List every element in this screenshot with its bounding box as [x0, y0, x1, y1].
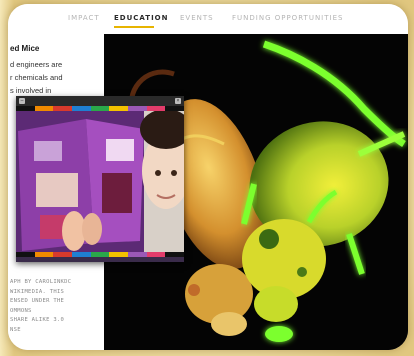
article-paragraph: d engineers are r chemicals and s involv… — [10, 60, 102, 99]
nav-item-funding-opportunities[interactable]: FUNDING OPPORTUNITIES — [232, 14, 343, 22]
article-line: s involved in — [10, 86, 52, 95]
minimize-icon[interactable]: – — [19, 98, 25, 104]
player-title-bar[interactable]: – × — [16, 96, 184, 106]
browser-screen: IMPACT EDUCATION EVENTS FUNDING OPPORTUN… — [8, 4, 408, 350]
nav-item-events[interactable]: EVENTS — [180, 14, 214, 22]
nav-active-underline — [114, 26, 154, 28]
photo-credit: APH BY CAROLINKDC WIKIMEDIA. THIS ENSED … — [10, 278, 102, 335]
player-color-stripe-bottom — [16, 252, 185, 257]
credit-line: APH BY CAROLINKDC — [10, 279, 72, 285]
credit-line: NSE — [10, 326, 21, 333]
video-illustration — [16, 111, 184, 252]
credit-line: WIKIMEDIA. THIS — [10, 288, 65, 295]
site-nav: IMPACT EDUCATION EVENTS FUNDING OPPORTUN… — [8, 4, 408, 34]
credit-line: SHARE ALIKE 3.0 — [10, 317, 65, 323]
nav-item-impact[interactable]: IMPACT — [68, 14, 100, 22]
credit-line: ENSED UNDER THE — [10, 298, 65, 304]
nav-item-education[interactable]: EDUCATION — [114, 14, 168, 22]
article-line: r chemicals and — [10, 73, 63, 82]
article-line: d engineers are — [10, 60, 63, 69]
video-player[interactable]: – × — [16, 96, 185, 262]
close-icon[interactable]: × — [175, 98, 181, 104]
video-frame[interactable] — [16, 111, 184, 252]
article-heading: ed Mice — [10, 44, 40, 53]
credit-line: OMMONS — [10, 307, 32, 314]
